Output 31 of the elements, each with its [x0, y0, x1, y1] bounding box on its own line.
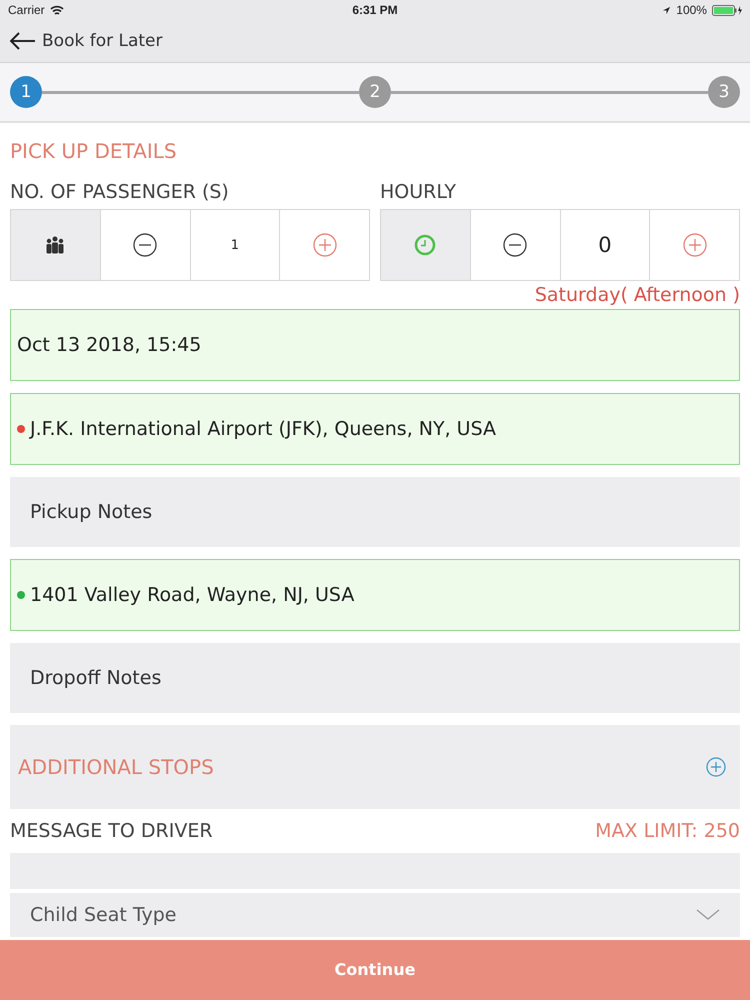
battery-icon	[712, 4, 742, 16]
input-field[interactable]: Oct 13 2018, 15:45	[10, 309, 740, 381]
counter-value: 0	[598, 233, 612, 257]
max-limit-label: MAX LIMIT: 250	[595, 820, 740, 842]
chevron-down-icon	[696, 909, 720, 921]
screen-title: Book for Later	[42, 31, 162, 51]
input-field[interactable]: Pickup Notes	[10, 477, 740, 547]
counter-label: HOURLY	[380, 181, 458, 203]
step-indicator[interactable]: 1	[10, 76, 42, 108]
wifi-icon	[50, 4, 64, 16]
section-title: PICK UP DETAILS	[10, 139, 178, 163]
carrier-label: Carrier	[8, 3, 45, 17]
add-icon	[706, 757, 726, 777]
plus-icon[interactable]	[312, 233, 337, 257]
day-note: Saturday( Afternoon )	[534, 284, 740, 306]
battery-percent: 100%	[676, 3, 707, 17]
clock-icon	[414, 234, 436, 256]
message-label: MESSAGE TO DRIVER	[10, 820, 213, 842]
plus-icon[interactable]	[682, 233, 707, 257]
back-arrow-icon[interactable]	[10, 32, 36, 50]
input-field[interactable]: J.F.K. International Airport (JFK), Queens, NY, USA	[10, 393, 740, 465]
minus-icon[interactable]	[503, 233, 528, 257]
counter-value: 1	[230, 238, 240, 252]
input-field[interactable]: 1401 Valley Road, Wayne, NJ, USA	[10, 559, 740, 631]
location-icon	[662, 6, 672, 14]
input-field[interactable]: Dropoff Notes	[10, 643, 740, 713]
status-time: 6:31 PM	[352, 3, 398, 17]
people-icon	[44, 236, 66, 254]
counter-label: NO. OF PASSENGER (S)	[10, 181, 230, 203]
child-seat-dropdown[interactable]: Child Seat Type	[10, 893, 740, 937]
minus-icon[interactable]	[133, 233, 158, 257]
